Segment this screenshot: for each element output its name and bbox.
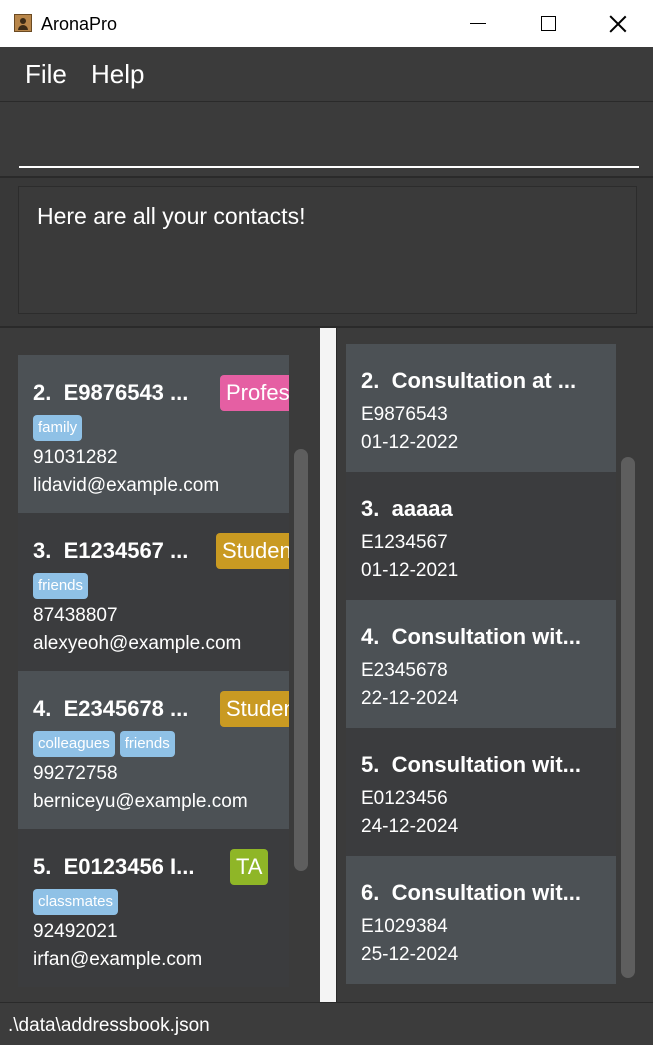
result-message: Here are all your contacts! [37,203,306,229]
consultation-student-id: E1234567 [361,532,448,553]
consultation-index: 4. [361,624,380,649]
tag: classmates [33,889,119,915]
consultation-card[interactable]: 4. Consultation wit... E2345678 22-12-20… [346,600,616,728]
role-badge: Profes [220,375,289,411]
consultation-title: Consultation wit... [391,624,582,649]
menu-file[interactable]: File [25,59,67,90]
consultation-index: 2. [361,368,380,393]
consultation-card[interactable]: 6. Consultation wit... E1029384 25-12-20… [346,856,616,984]
tag-list: colleagues friends [33,731,180,757]
consultation-title: Consultation at ... [391,368,577,393]
consultation-student-id: E0123456 [361,788,448,809]
person-name: E9876543 ... [63,380,189,405]
window-title: AronaPro [41,14,118,34]
close-button[interactable] [583,0,653,47]
role-badge: Studen [216,533,289,569]
close-icon [609,15,627,33]
tag-list: family [33,415,87,441]
person-email: irfan@example.com [33,949,203,970]
consultation-date: 01-12-2022 [361,432,459,453]
consultation-student-id: E2345678 [361,660,448,681]
title-bar: AronaPro [0,0,653,47]
person-card[interactable]: 5. E0123456 I... TA classmates 92492021 … [18,829,289,987]
maximize-button[interactable] [513,0,583,47]
consultation-date: 25-12-2024 [361,944,459,965]
consultation-index: 5. [361,752,380,777]
person-email: berniceyu@example.com [33,791,248,812]
result-text-box[interactable]: Here are all your contacts! [18,186,637,314]
person-email: alexyeoh@example.com [33,633,242,654]
menu-bar: File Help [0,47,653,102]
person-index: 4. [33,696,52,721]
consultation-title: aaaaa [391,496,453,521]
panel-divider[interactable] [320,328,336,1002]
person-list-scrollbar[interactable] [294,449,308,871]
status-bar: .\data\addressbook.json [0,1002,653,1045]
contact-book-icon [14,14,32,32]
tag: friends [33,573,89,599]
person-name: E2345678 ... [63,696,189,721]
tag: family [33,415,83,441]
minimize-button[interactable] [443,0,513,47]
result-display: Here are all your contacts! [0,178,653,328]
tag: colleagues [33,731,115,757]
menu-help[interactable]: Help [91,59,144,90]
tag-list: classmates [33,889,123,915]
tag-list: friends [33,573,93,599]
person-name: E1234567 ... [63,538,189,563]
person-card[interactable]: 4. E2345678 ... Studen colleagues friends… [18,671,289,829]
command-input[interactable] [19,102,639,168]
consultation-date: 24-12-2024 [361,816,459,837]
consultation-date: 01-12-2021 [361,560,459,581]
tag: friends [119,731,175,757]
consultation-student-id: E1029384 [361,916,448,937]
person-card[interactable]: 3. E1234567 ... Studen friends 87438807 … [18,513,289,671]
consultation-index: 3. [361,496,380,521]
consultation-date: 22-12-2024 [361,688,459,709]
consultation-list-scrollbar[interactable] [621,457,635,978]
maximize-icon [540,16,556,31]
consultation-title: Consultation wit... [391,880,582,905]
person-index: 2. [33,380,52,405]
consultation-student-id: E9876543 [361,404,448,425]
command-box [0,102,653,178]
person-phone: 92492021 [33,921,118,942]
person-list-panel[interactable]: 2. E9876543 ... Profes family 91031282 l… [0,328,320,1002]
consultation-card[interactable]: 5. Consultation wit... E0123456 24-12-20… [346,728,616,856]
save-location-path: .\data\addressbook.json [8,1015,210,1036]
person-phone: 87438807 [33,605,118,626]
person-phone: 99272758 [33,763,118,784]
consultation-card[interactable]: 3. aaaaa E1234567 01-12-2021 [346,472,616,600]
consultation-card[interactable]: 2. Consultation at ... E9876543 01-12-20… [346,344,616,472]
minimize-icon [470,22,486,25]
role-badge: TA [230,849,269,885]
consultation-list-panel[interactable]: 2. Consultation at ... E9876543 01-12-20… [336,328,653,1002]
person-card[interactable]: 2. E9876543 ... Profes family 91031282 l… [18,355,289,513]
person-index: 5. [33,854,52,879]
consultation-index: 6. [361,880,380,905]
consultation-title: Consultation wit... [391,752,582,777]
person-email: lidavid@example.com [33,475,220,496]
person-phone: 91031282 [33,447,118,468]
role-badge: Studen [220,691,289,727]
person-index: 3. [33,538,52,563]
person-name: E0123456 I... [63,854,195,879]
